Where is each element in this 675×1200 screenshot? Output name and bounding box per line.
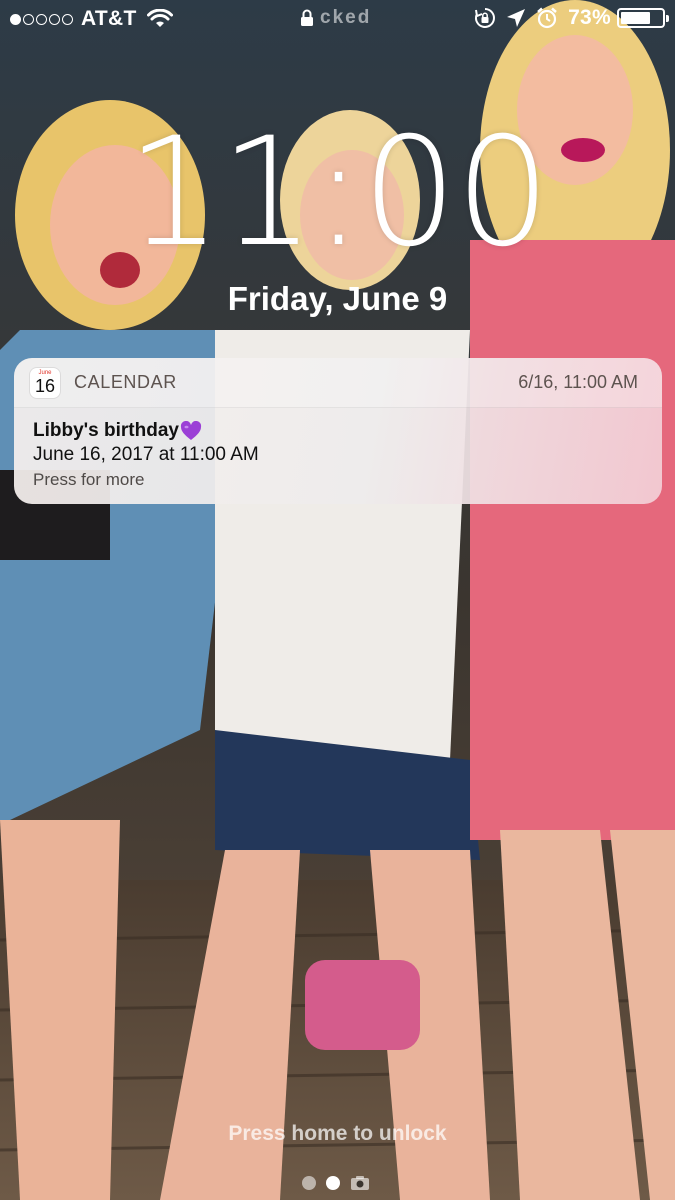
rotation-lock-icon [475, 8, 496, 28]
notification-subtitle: June 16, 2017 at 11:00 AM [33, 444, 259, 465]
notification-press-hint: Press for more [33, 470, 145, 489]
signal-strength-icon [10, 13, 75, 25]
notification-body: Libby's birthday June 16, 2017 at 11:00 … [14, 408, 662, 493]
battery-icon [617, 8, 669, 28]
signal-dot [49, 13, 60, 25]
page-indicator[interactable] [302, 1175, 370, 1191]
wifi-icon [146, 9, 173, 27]
signal-dot [36, 13, 47, 25]
purple-heart-icon [180, 420, 202, 440]
page-dot-active[interactable] [326, 1176, 340, 1190]
calendar-app-icon: June 16 [30, 367, 60, 398]
signal-dot [10, 13, 21, 25]
calendar-icon-date: 16 [34, 375, 56, 396]
camera-icon[interactable] [350, 1175, 370, 1191]
battery-level-fill [621, 12, 650, 24]
signal-dot [62, 13, 73, 25]
lock-screen-time: 11:00 [126, 106, 550, 280]
page-dot[interactable] [302, 1176, 316, 1190]
unlock-hint: Press home to unlock [228, 1122, 447, 1145]
notification-title-row: Libby's birthday [33, 418, 642, 443]
notification-title: Libby's birthday [33, 420, 179, 441]
status-bar: AT&T cked 73% [0, 0, 675, 40]
status-left: AT&T [10, 7, 173, 31]
lock-screen-date: Friday, June 9 [227, 280, 448, 317]
lock-status: cked [300, 7, 371, 29]
calendar-notification[interactable]: June 16 CALENDAR 6/16, 11:00 AM Libby's … [14, 358, 662, 504]
notification-time: 6/16, 11:00 AM [518, 372, 638, 392]
location-icon [507, 9, 526, 27]
battery-percentage: 73% [568, 6, 611, 29]
alarm-icon [537, 7, 557, 29]
notification-header: June 16 CALENDAR 6/16, 11:00 AM [14, 358, 662, 408]
notification-app-name: CALENDAR [74, 372, 177, 392]
locked-label: cked [320, 7, 372, 28]
signal-dot [23, 13, 34, 25]
status-right: 73% [474, 6, 669, 30]
lock-icon [301, 9, 313, 26]
battery-tip [666, 15, 669, 22]
carrier-name: AT&T [81, 7, 137, 30]
